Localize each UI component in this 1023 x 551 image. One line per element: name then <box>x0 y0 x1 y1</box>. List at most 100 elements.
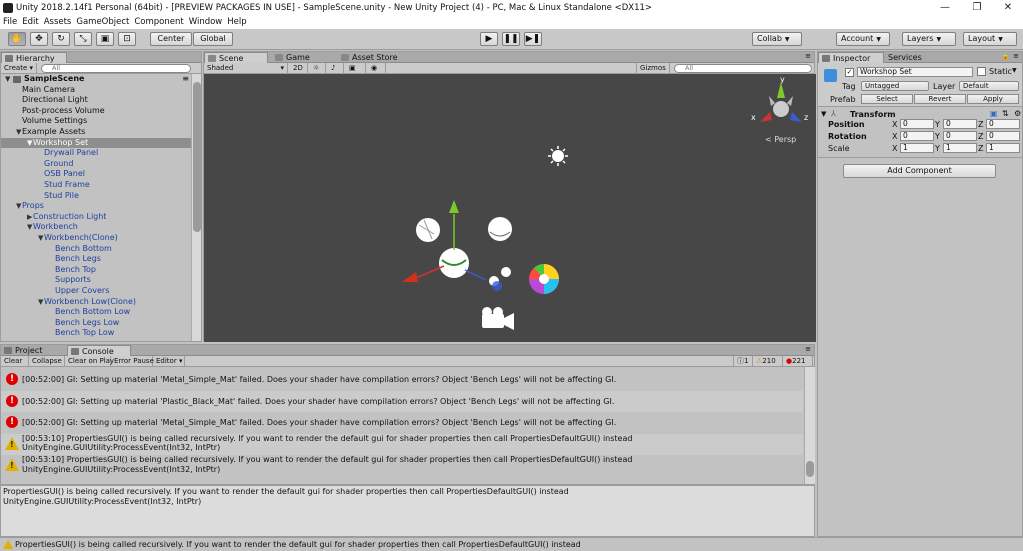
shading-mode-dropdown[interactable]: Shaded ▾ <box>204 63 288 74</box>
expand-arrow-icon[interactable]: ▼ <box>38 233 43 244</box>
console-log-row[interactable]: ! [00:52:00] GI: Setting up material 'Pla… <box>1 390 803 413</box>
hierarchy-item[interactable]: Directional Light <box>1 95 191 106</box>
expand-arrow-icon[interactable]: ▼ <box>5 74 10 85</box>
axis-label[interactable]: Y <box>935 132 940 141</box>
gizmo-center[interactable] <box>773 101 789 117</box>
hierarchy-item[interactable]: Supports <box>1 275 191 286</box>
tab-asset-store[interactable]: Asset Store <box>338 52 418 63</box>
console-log-row[interactable]: ! [00:53:10] PropertiesGUI() is being cal… <box>1 455 803 477</box>
hierarchy-item[interactable]: ▼ Workbench <box>1 222 191 233</box>
menu-component[interactable]: Component <box>132 16 185 29</box>
hierarchy-item[interactable]: Ground <box>1 159 191 170</box>
axis-label[interactable]: Y <box>935 144 940 153</box>
expand-arrow-icon[interactable]: ▼ <box>16 127 21 138</box>
console-options-icon[interactable]: ≡ <box>805 345 811 353</box>
collapse-arrow-icon[interactable]: ▶ <box>27 212 32 223</box>
move-tool-icon[interactable]: ✥ <box>30 32 48 46</box>
hierarchy-item[interactable]: Bench Legs Low <box>1 318 191 329</box>
close-button[interactable]: ✕ <box>993 0 1023 16</box>
expand-arrow-icon[interactable]: ▼ <box>16 201 21 212</box>
scale-y-field[interactable]: 1 <box>943 143 977 153</box>
collab-button[interactable]: Collab ▼ <box>752 32 802 46</box>
hierarchy-item[interactable]: Stud Pile <box>1 191 191 202</box>
axis-label[interactable]: X <box>892 132 897 141</box>
hierarchy-item[interactable]: Main Camera <box>1 85 191 96</box>
position-z-field[interactable]: 0 <box>986 119 1020 129</box>
scale-z-field[interactable]: 1 <box>986 143 1020 153</box>
scene-options-icon[interactable]: ≡ <box>182 74 189 85</box>
scene-canvas[interactable]: y x z < Persp <box>204 74 816 342</box>
hierarchy-item[interactable]: Bench Top Low <box>1 328 191 339</box>
error-pause-toggle[interactable]: Error Pause <box>111 356 154 367</box>
position-y-field[interactable]: 0 <box>943 119 977 129</box>
error-count-toggle[interactable]: ●221 <box>783 356 813 367</box>
tab-services[interactable]: Services <box>874 52 930 63</box>
sun-icon[interactable] <box>548 146 568 166</box>
tag-dropdown[interactable]: Untagged <box>861 81 929 91</box>
scene-root-row[interactable]: ▼ SampleScene ≡ <box>1 74 191 85</box>
transform-tool-icon[interactable]: ⊡ <box>118 32 136 46</box>
rotation-z-field[interactable]: 0 <box>986 131 1020 141</box>
move-handle-x-icon[interactable] <box>415 265 445 279</box>
step-button[interactable]: ▶❚ <box>524 32 542 46</box>
gizmo-neg-z-axis[interactable] <box>787 96 793 106</box>
persp-label[interactable]: < Persp <box>765 135 796 144</box>
menu-gameobject[interactable]: GameObject <box>74 16 131 29</box>
gizmo-x-axis[interactable] <box>760 112 772 122</box>
collapse-toggle[interactable]: Collapse <box>29 356 65 367</box>
hierarchy-item[interactable]: Upper Covers <box>1 286 191 297</box>
scene-viewport[interactable]: y x z < Persp <box>204 74 816 342</box>
prefab-revert-button[interactable]: Revert <box>914 94 966 104</box>
transform-preset-icon[interactable]: ⇅ <box>1002 109 1009 118</box>
inspector-options-icon[interactable]: ≡ <box>1013 52 1019 60</box>
hierarchy-item[interactable]: OSB Panel <box>1 169 191 180</box>
axis-label[interactable]: Y <box>935 120 940 129</box>
tab-hierarchy[interactable]: Hierarchy <box>1 52 67 63</box>
position-x-field[interactable]: 0 <box>900 119 934 129</box>
hierarchy-item[interactable]: Bench Legs <box>1 254 191 265</box>
hierarchy-item[interactable]: ▼ Props <box>1 201 191 212</box>
hierarchy-scrollbar[interactable] <box>191 74 201 341</box>
gizmo-z-axis[interactable] <box>790 112 802 122</box>
hierarchy-item[interactable]: Bench Bottom <box>1 244 191 255</box>
axis-label[interactable]: X <box>892 120 897 129</box>
hierarchy-item[interactable]: ▼ Workbench Low(Clone) <box>1 297 191 308</box>
create-dropdown[interactable]: Create ▾ <box>1 63 37 74</box>
axis-label[interactable]: X <box>892 144 897 153</box>
console-detail-area[interactable]: PropertiesGUI() is being called recursiv… <box>1 484 814 536</box>
camera-icon[interactable] <box>482 307 514 330</box>
menu-edit[interactable]: Edit <box>20 16 40 29</box>
reflection-probe-icon[interactable] <box>488 217 512 241</box>
layer-dropdown[interactable]: Default <box>959 81 1019 91</box>
expand-arrow-icon[interactable]: ▼ <box>27 138 32 149</box>
console-log-row[interactable]: ! [00:52:00] GI: Setting up material 'Met… <box>1 412 803 434</box>
info-count-toggle[interactable]: ⓘ1 <box>733 356 753 367</box>
hierarchy-item[interactable]: Post-process Volume <box>1 106 191 117</box>
menu-assets[interactable]: Assets <box>42 16 74 29</box>
status-bar[interactable]: PropertiesGUI() is being called recursiv… <box>0 537 1023 550</box>
prefab-apply-button[interactable]: Apply <box>967 94 1019 104</box>
clear-on-play-toggle[interactable]: Clear on Play <box>65 356 114 367</box>
warn-count-toggle[interactable]: ⚠210 <box>753 356 783 367</box>
scale-tool-icon[interactable]: ⤡ <box>74 32 92 46</box>
menu-file[interactable]: File <box>1 16 19 29</box>
menu-help[interactable]: Help <box>225 16 248 29</box>
axis-label[interactable]: Z <box>978 144 983 153</box>
hierarchy-item[interactable]: Bench Top <box>1 265 191 276</box>
expand-arrow-icon[interactable]: ▼ <box>27 222 32 233</box>
tab-game[interactable]: Game <box>272 52 336 63</box>
transform-foldout-icon[interactable]: ▼ <box>821 110 826 118</box>
axis-label[interactable]: Z <box>978 120 983 129</box>
hierarchy-scrollbar-thumb[interactable] <box>193 82 201 232</box>
tab-scene[interactable]: Scene <box>204 52 268 63</box>
mode-2d-toggle[interactable]: 2D <box>290 63 308 74</box>
hierarchy-item[interactable]: ▶ Construction Light <box>1 212 191 223</box>
hierarchy-item[interactable]: Volume Settings <box>1 116 191 127</box>
move-arrow-y-icon[interactable] <box>449 200 459 213</box>
static-checkbox[interactable] <box>977 67 986 76</box>
console-scrollbar-thumb[interactable] <box>806 461 814 477</box>
menu-window[interactable]: Window <box>187 16 225 29</box>
active-checkbox[interactable]: ✓ <box>845 68 854 77</box>
light-probe-blue-icon[interactable] <box>492 281 502 291</box>
editor-dropdown[interactable]: Editor ▾ <box>153 356 185 367</box>
